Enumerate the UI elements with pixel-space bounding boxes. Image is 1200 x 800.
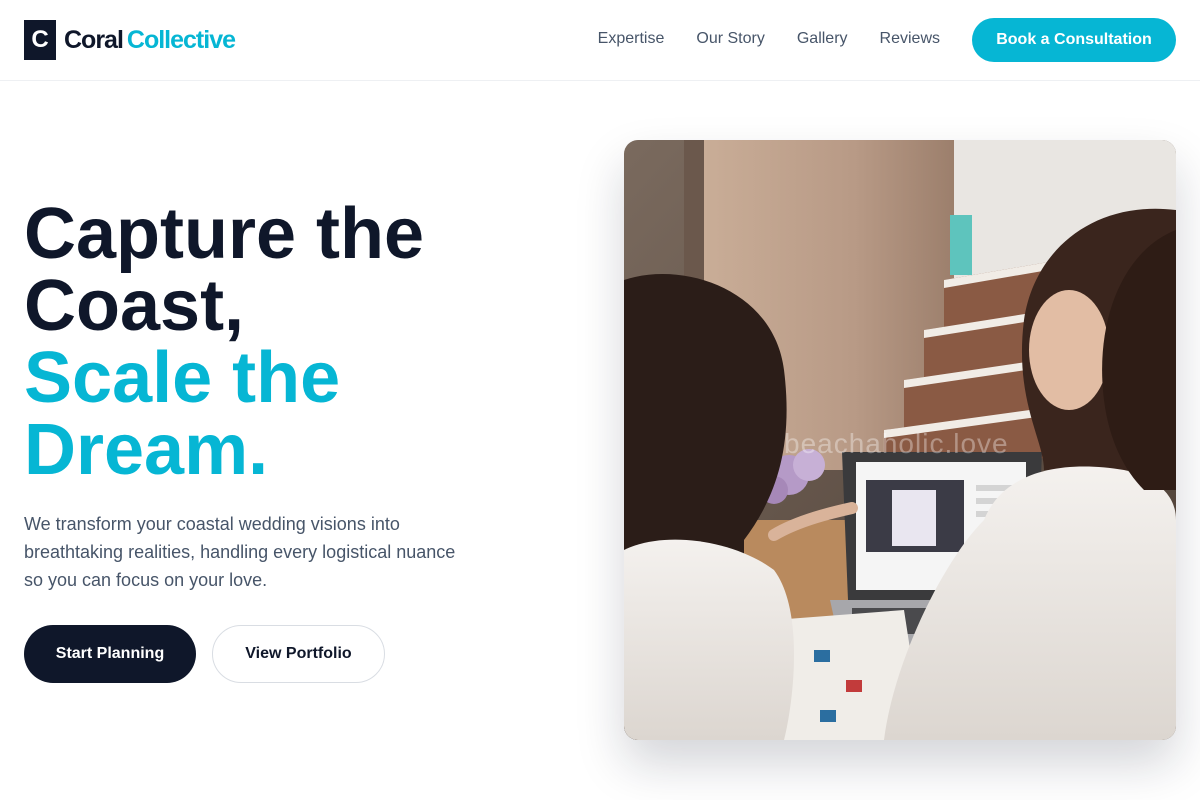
book-consultation-button[interactable]: Book a Consultation [972, 18, 1176, 62]
hero-title: Capture the Coast, Scale the Dream. [24, 198, 564, 486]
start-planning-button[interactable]: Start Planning [24, 625, 196, 683]
image-watermark: beachaholic.love [784, 428, 1009, 459]
brand-name: Coral Collective [64, 25, 236, 55]
brand-logo[interactable]: C Coral Collective [24, 20, 236, 60]
hero-title-line-1: Capture the [24, 194, 425, 274]
view-portfolio-button[interactable]: View Portfolio [212, 625, 385, 683]
main-nav: Expertise Our Story Gallery Reviews [598, 30, 940, 48]
brand-name-primary: Coral [64, 25, 124, 54]
hero-title-line-3: Scale the [24, 338, 341, 418]
hero-title-line-2: Coast, [24, 266, 245, 346]
logo-icon: C [24, 20, 56, 60]
nav-link-reviews[interactable]: Reviews [880, 30, 940, 48]
hero-title-line-4: Dream. [24, 410, 269, 490]
hero-description: We transform your coastal wedding vision… [24, 514, 456, 590]
hero-image: beachaholic.love [624, 140, 1176, 740]
brand-name-accent: Collective [126, 25, 236, 54]
nav-link-our-story[interactable]: Our Story [696, 30, 764, 48]
nav-link-gallery[interactable]: Gallery [797, 30, 848, 48]
nav-link-expertise[interactable]: Expertise [598, 30, 665, 48]
site-header: C Coral Collective Expertise Our Story Ga… [0, 0, 1200, 81]
